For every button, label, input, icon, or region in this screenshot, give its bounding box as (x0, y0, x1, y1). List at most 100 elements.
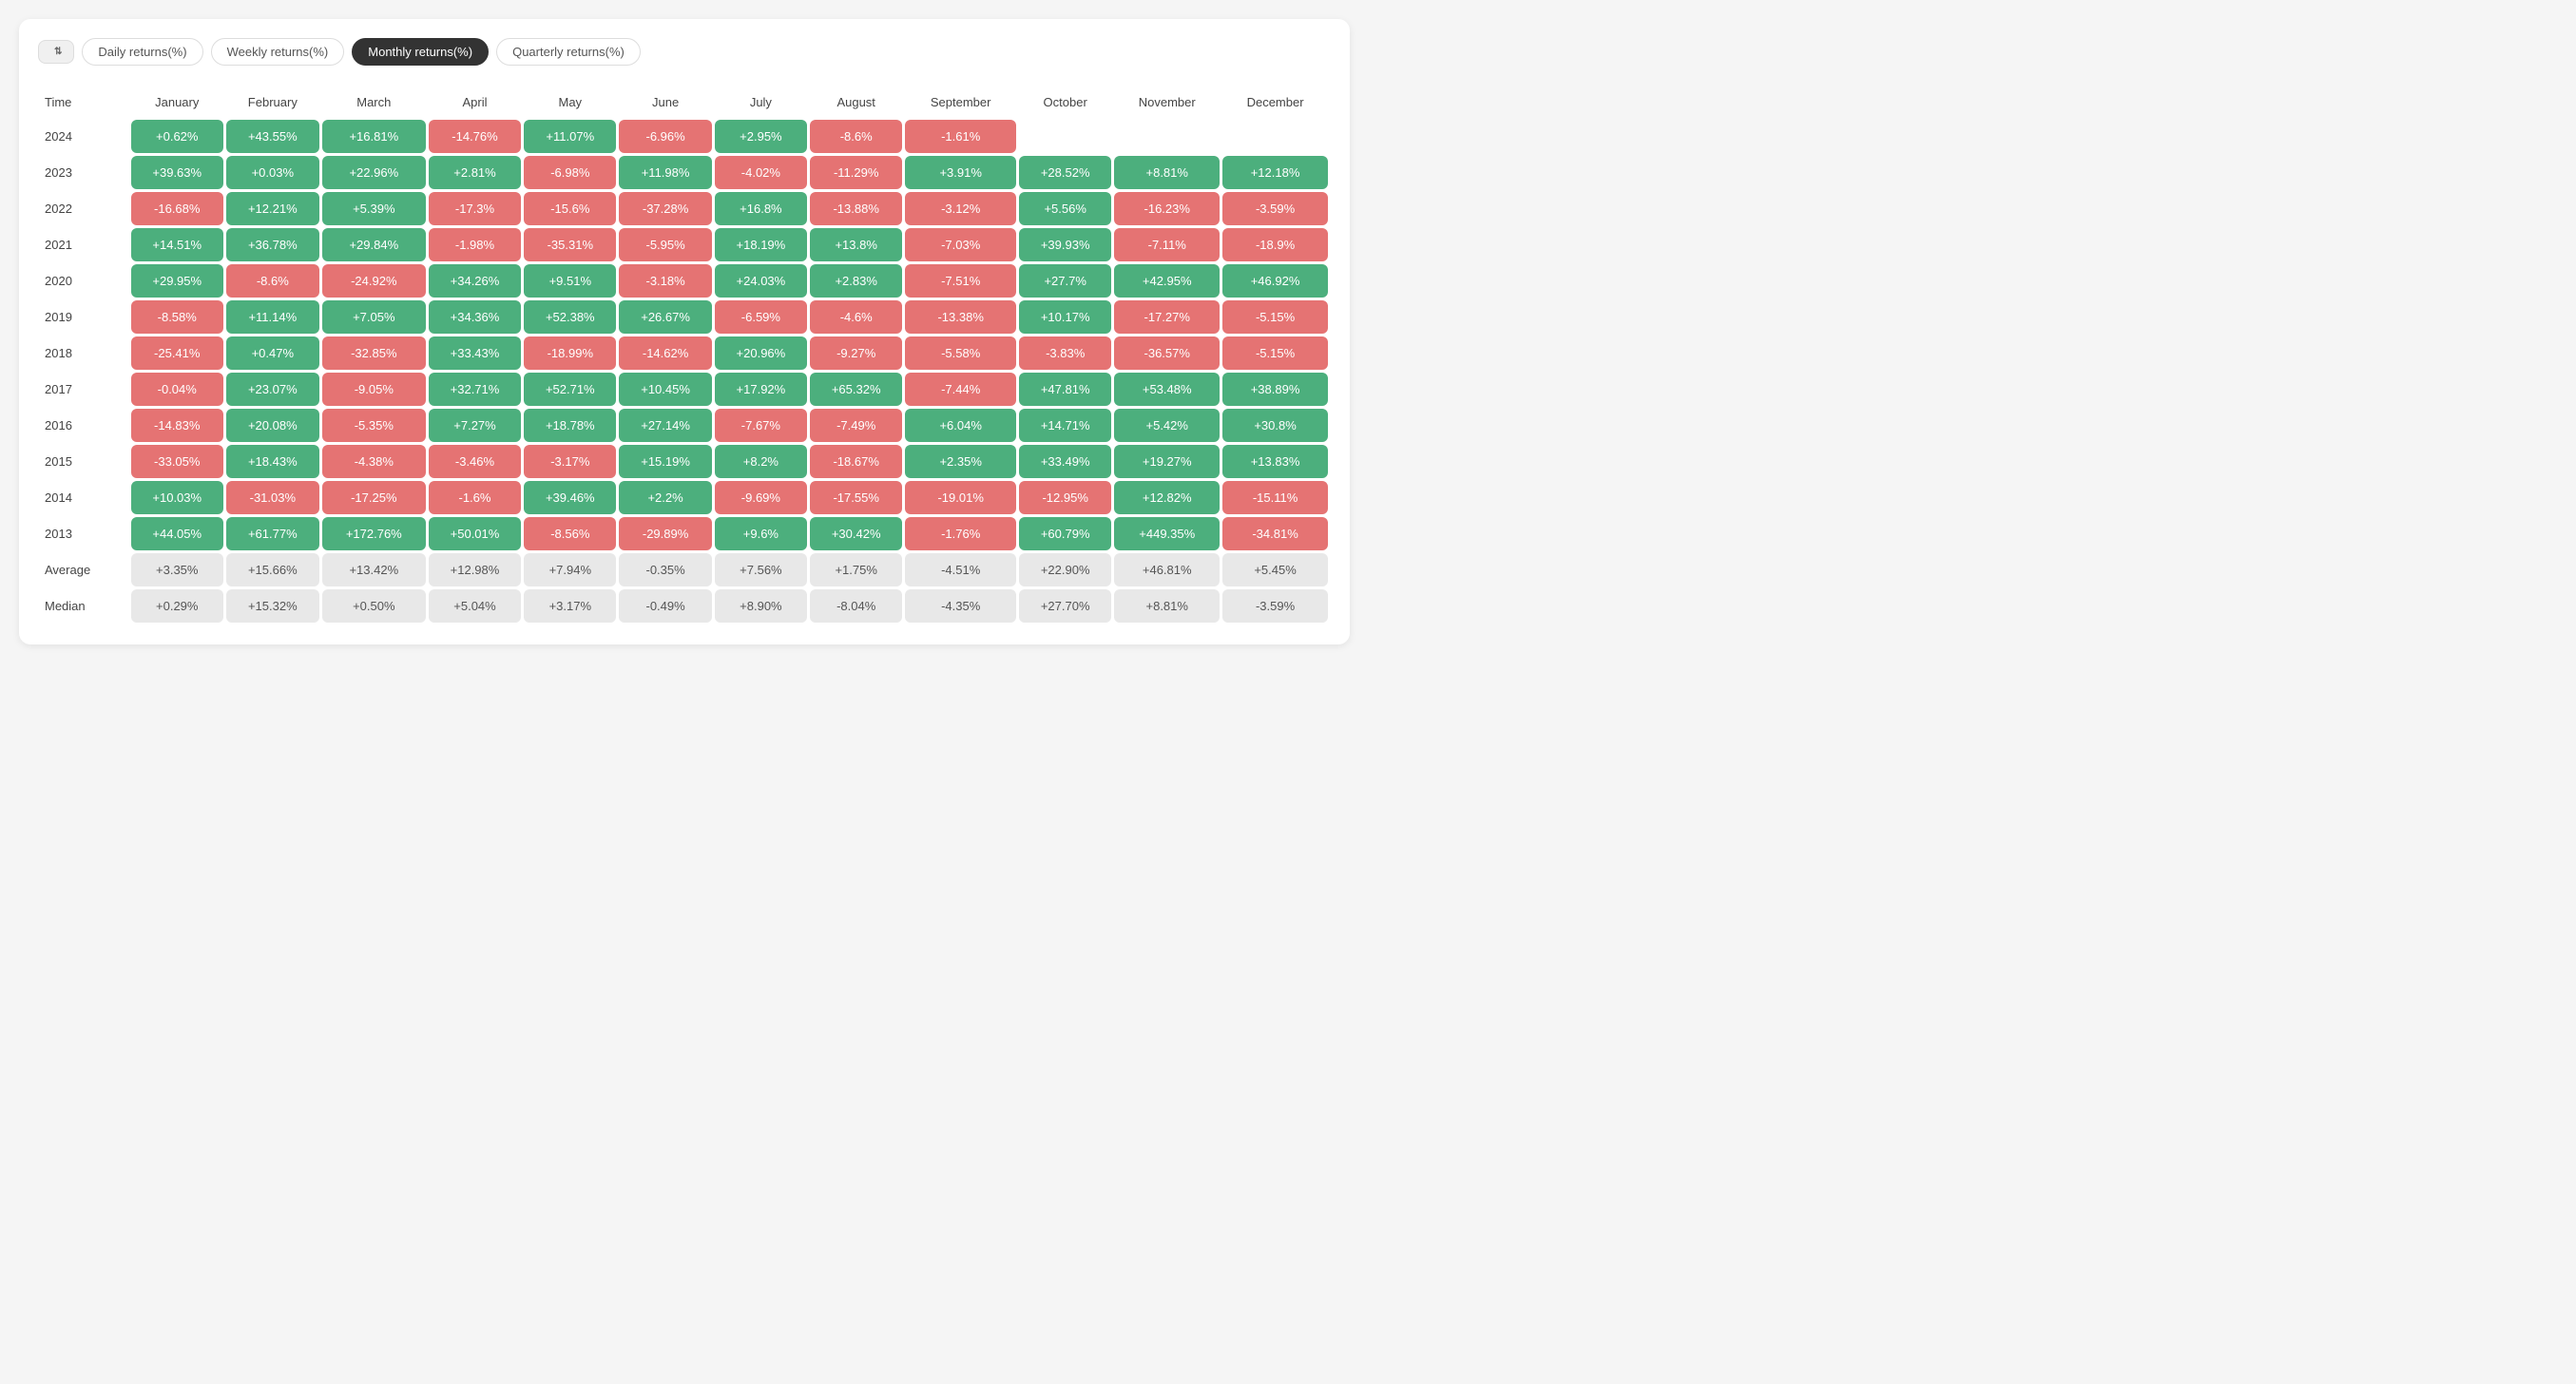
year-cell: 2024 (41, 120, 128, 153)
value-cell: +11.98% (619, 156, 711, 189)
value-cell: -13.88% (810, 192, 902, 225)
value-cell: +34.26% (429, 264, 521, 298)
value-cell: +16.81% (322, 120, 426, 153)
table-header: TimeJanuaryFebruaryMarchAprilMayJuneJuly… (41, 87, 1328, 117)
value-cell: +44.05% (131, 517, 223, 550)
table-row: 2017-0.04%+23.07%-9.05%+32.71%+52.71%+10… (41, 373, 1328, 406)
median-label: Median (41, 589, 128, 623)
year-cell: 2019 (41, 300, 128, 334)
value-cell: +12.82% (1114, 481, 1220, 514)
value-cell: +10.45% (619, 373, 711, 406)
value-cell: -25.41% (131, 336, 223, 370)
value-cell: +33.49% (1019, 445, 1111, 478)
median-cell: -0.49% (619, 589, 711, 623)
value-cell: -9.05% (322, 373, 426, 406)
value-cell: -6.98% (524, 156, 616, 189)
value-cell: +27.14% (619, 409, 711, 442)
tab-daily[interactable]: Daily returns(%) (82, 38, 202, 66)
median-cell: -3.59% (1222, 589, 1328, 623)
returns-table: TimeJanuaryFebruaryMarchAprilMayJuneJuly… (38, 85, 1331, 625)
value-cell: +9.51% (524, 264, 616, 298)
value-cell: -35.31% (524, 228, 616, 261)
average-label: Average (41, 553, 128, 586)
value-cell: +53.48% (1114, 373, 1220, 406)
value-cell: +60.79% (1019, 517, 1111, 550)
month-header-december: December (1222, 87, 1328, 117)
average-row: Average+3.35%+15.66%+13.42%+12.98%+7.94%… (41, 553, 1328, 586)
median-cell: -8.04% (810, 589, 902, 623)
value-cell: -9.69% (715, 481, 807, 514)
year-cell: 2015 (41, 445, 128, 478)
value-cell: -6.96% (619, 120, 711, 153)
value-cell: -14.83% (131, 409, 223, 442)
value-cell: -7.51% (905, 264, 1016, 298)
value-cell: +34.36% (429, 300, 521, 334)
year-cell: 2013 (41, 517, 128, 550)
value-cell: -13.38% (905, 300, 1016, 334)
tab-quarterly[interactable]: Quarterly returns(%) (496, 38, 641, 66)
value-cell: -24.92% (322, 264, 426, 298)
average-cell: +1.75% (810, 553, 902, 586)
value-cell: -18.67% (810, 445, 902, 478)
value-cell: +7.05% (322, 300, 426, 334)
tab-monthly[interactable]: Monthly returns(%) (352, 38, 489, 66)
median-cell: +8.81% (1114, 589, 1220, 623)
value-cell: -8.6% (810, 120, 902, 153)
value-cell: -36.57% (1114, 336, 1220, 370)
value-cell: -5.58% (905, 336, 1016, 370)
value-cell: +32.71% (429, 373, 521, 406)
value-cell: +16.8% (715, 192, 807, 225)
value-cell: +3.91% (905, 156, 1016, 189)
value-cell: +18.78% (524, 409, 616, 442)
value-cell: +7.27% (429, 409, 521, 442)
average-cell: +3.35% (131, 553, 223, 586)
year-cell: 2014 (41, 481, 128, 514)
value-cell: +23.07% (226, 373, 319, 406)
value-cell: -4.38% (322, 445, 426, 478)
year-cell: 2017 (41, 373, 128, 406)
value-cell: -7.67% (715, 409, 807, 442)
asset-selector[interactable]: ⇅ (38, 40, 74, 64)
year-cell: 2023 (41, 156, 128, 189)
value-cell: +47.81% (1019, 373, 1111, 406)
value-cell: +50.01% (429, 517, 521, 550)
table-row: 2020+29.95%-8.6%-24.92%+34.26%+9.51%-3.1… (41, 264, 1328, 298)
average-cell: -4.51% (905, 553, 1016, 586)
value-cell: -33.05% (131, 445, 223, 478)
value-cell: +11.14% (226, 300, 319, 334)
value-cell: -1.61% (905, 120, 1016, 153)
value-cell: -7.03% (905, 228, 1016, 261)
month-header-june: June (619, 87, 711, 117)
value-cell: -18.9% (1222, 228, 1328, 261)
month-header-september: September (905, 87, 1016, 117)
table-body: 2024+0.62%+43.55%+16.81%-14.76%+11.07%-6… (41, 120, 1328, 623)
value-cell: +24.03% (715, 264, 807, 298)
value-cell: +15.19% (619, 445, 711, 478)
value-cell: +22.96% (322, 156, 426, 189)
value-cell: +20.96% (715, 336, 807, 370)
value-cell: +52.71% (524, 373, 616, 406)
year-cell: 2020 (41, 264, 128, 298)
month-header-july: July (715, 87, 807, 117)
table-row: 2022-16.68%+12.21%+5.39%-17.3%-15.6%-37.… (41, 192, 1328, 225)
value-cell: +449.35% (1114, 517, 1220, 550)
average-cell: +12.98% (429, 553, 521, 586)
year-cell: 2018 (41, 336, 128, 370)
value-cell: -32.85% (322, 336, 426, 370)
value-cell: +38.89% (1222, 373, 1328, 406)
year-cell: 2016 (41, 409, 128, 442)
value-cell: +39.63% (131, 156, 223, 189)
chevron-icon: ⇅ (54, 47, 62, 57)
value-cell: -3.59% (1222, 192, 1328, 225)
value-cell: -1.98% (429, 228, 521, 261)
value-cell: +29.84% (322, 228, 426, 261)
tab-weekly[interactable]: Weekly returns(%) (211, 38, 345, 66)
value-cell: +2.81% (429, 156, 521, 189)
value-cell: +11.07% (524, 120, 616, 153)
value-cell: +2.35% (905, 445, 1016, 478)
value-cell: -16.68% (131, 192, 223, 225)
average-cell: +22.90% (1019, 553, 1111, 586)
value-cell: -3.17% (524, 445, 616, 478)
value-cell: -19.01% (905, 481, 1016, 514)
value-cell: -31.03% (226, 481, 319, 514)
